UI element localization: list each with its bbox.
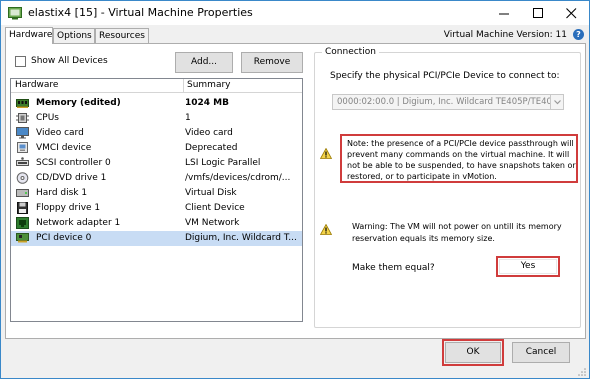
pci-icon: [16, 233, 29, 243]
hardware-row-floppy-drive[interactable]: Floppy drive 1 Client Device: [11, 201, 302, 216]
hardware-summary: VM Network: [185, 218, 240, 228]
hardware-summary: /vmfs/devices/cdrom/...: [185, 173, 291, 183]
warning-icon: [320, 224, 332, 235]
hardware-summary: Digium, Inc. Wildcard T...: [185, 233, 297, 243]
hardware-summary: LSI Logic Parallel: [185, 158, 261, 168]
make-equal-label: Make them equal?: [352, 263, 435, 273]
memory-reservation-warning: Warning: The VM will not power on untill…: [352, 222, 562, 243]
hardware-row-cd-dvd-drive[interactable]: CD/DVD drive 1 /vmfs/devices/cdrom/...: [11, 171, 302, 186]
hardware-panel: Show All Devices Add... Remove Hardware …: [5, 43, 586, 339]
connection-group-title: Connection: [322, 47, 379, 57]
show-all-devices-checkbox[interactable]: [15, 56, 26, 67]
hardware-list-header: Hardware Summary: [11, 79, 302, 93]
memory-icon: [16, 99, 29, 108]
hardware-name: CPUs: [36, 113, 59, 123]
hardware-name: CD/DVD drive 1: [36, 173, 107, 183]
hardware-row-pci-device[interactable]: PCI device 0 Digium, Inc. Wildcard T...: [11, 231, 302, 246]
close-icon: [566, 8, 577, 19]
vm-app-icon: [8, 7, 22, 20]
hardware-summary: 1024 MB: [185, 98, 229, 108]
hardware-row-vmci-device[interactable]: VMCI device Deprecated: [11, 141, 302, 156]
connection-prompt: Specify the physical PCI/PCIe Device to …: [330, 71, 560, 81]
ok-button[interactable]: OK: [445, 342, 501, 363]
tab-options[interactable]: Options: [53, 28, 95, 43]
hardware-name: SCSI controller 0: [36, 158, 111, 168]
cdrom-icon: [16, 172, 29, 184]
minimize-icon: [499, 13, 509, 15]
hardware-name: VMCI device: [36, 143, 92, 153]
pci-device-select-value: 0000:02:00.0 | Digium, Inc. Wildcard TE4…: [337, 97, 558, 107]
hardware-row-memory[interactable]: Memory (edited) 1024 MB: [11, 96, 302, 111]
hardware-name: Floppy drive 1: [36, 203, 101, 213]
warning-icon: [320, 148, 332, 159]
hardware-row-network-adapter[interactable]: Network adapter 1 VM Network: [11, 216, 302, 231]
add-device-button[interactable]: Add...: [175, 52, 233, 73]
column-divider[interactable]: [183, 79, 184, 93]
hardware-name: PCI device 0: [36, 233, 92, 243]
cancel-button[interactable]: Cancel: [512, 342, 570, 363]
help-icon[interactable]: ?: [573, 29, 584, 40]
monitor-icon: [16, 127, 29, 139]
hardware-row-hard-disk[interactable]: Hard disk 1 Virtual Disk: [11, 186, 302, 201]
hardware-summary: Video card: [185, 128, 233, 138]
chevron-down-icon: [554, 100, 561, 105]
minimize-button[interactable]: [488, 1, 522, 25]
column-header-summary[interactable]: Summary: [187, 80, 231, 90]
network-icon: [16, 217, 29, 229]
hardware-name: Hard disk 1: [36, 188, 88, 198]
vmci-icon: [17, 142, 28, 153]
yes-button[interactable]: Yes: [499, 259, 557, 274]
vm-version-label: Virtual Machine Version: 11: [443, 30, 567, 40]
hardware-name: Video card: [36, 128, 84, 138]
maximize-icon: [533, 8, 543, 18]
tab-resources[interactable]: Resources: [95, 28, 149, 43]
vm-properties-window: elastix4 [15] - Virtual Machine Properti…: [0, 0, 590, 379]
floppy-icon: [17, 202, 28, 214]
tab-hardware[interactable]: Hardware: [5, 27, 53, 44]
cpu-icon: [16, 113, 29, 123]
window-title: elastix4 [15] - Virtual Machine Properti…: [28, 6, 253, 19]
maximize-button[interactable]: [522, 1, 556, 25]
hardware-name: Memory (edited): [36, 98, 121, 108]
title-bar[interactable]: elastix4 [15] - Virtual Machine Properti…: [1, 1, 589, 25]
hardware-list[interactable]: Hardware Summary Memory (edited) 1024 MB…: [10, 78, 303, 322]
hardware-summary: Deprecated: [185, 143, 238, 153]
hardware-row-video-card[interactable]: Video card Video card: [11, 126, 302, 141]
harddisk-icon: [16, 189, 29, 197]
close-window-button[interactable]: [555, 1, 589, 25]
remove-device-button[interactable]: Remove: [241, 52, 303, 73]
hardware-summary: Virtual Disk: [185, 188, 237, 198]
hardware-summary: Client Device: [185, 203, 245, 213]
hardware-row-cpus[interactable]: CPUs 1: [11, 111, 302, 126]
show-all-devices-label[interactable]: Show All Devices: [31, 56, 108, 66]
hardware-row-scsi-controller[interactable]: SCSI controller 0 LSI Logic Parallel: [11, 156, 302, 171]
scsi-icon: [16, 157, 29, 166]
dropdown-arrow[interactable]: [550, 95, 563, 109]
column-header-hardware[interactable]: Hardware: [15, 80, 58, 90]
pci-passthrough-note: Note: the presence of a PCI/PCIe device …: [340, 134, 578, 183]
pci-device-select[interactable]: 0000:02:00.0 | Digium, Inc. Wildcard TE4…: [332, 94, 564, 110]
resize-grip-icon[interactable]: [577, 367, 587, 377]
hardware-summary: 1: [185, 113, 191, 123]
hardware-name: Network adapter 1: [36, 218, 121, 228]
